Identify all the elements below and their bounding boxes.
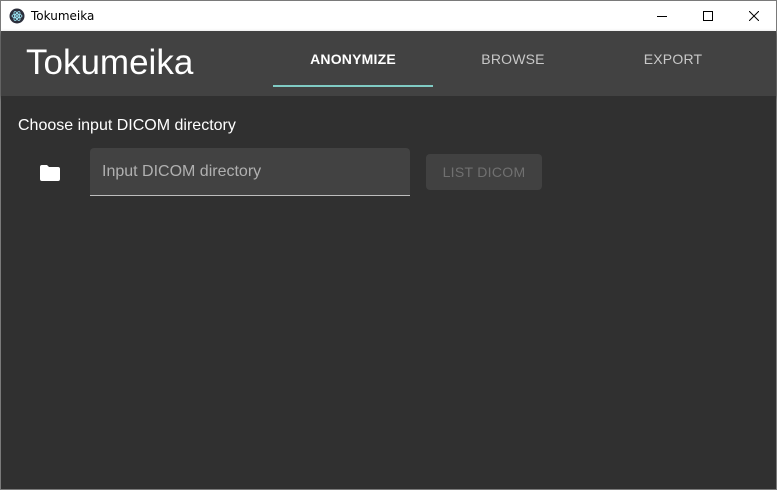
close-button[interactable] — [731, 1, 777, 31]
window-title: Tokumeika — [31, 9, 95, 23]
tab-browse[interactable]: BROWSE — [433, 31, 593, 87]
tab-anonymize[interactable]: ANONYMIZE — [273, 31, 433, 87]
tab-export[interactable]: EXPORT — [593, 31, 753, 87]
title-bar[interactable]: Tokumeika — [1, 1, 776, 31]
main-content: Choose input DICOM directory LIST DICOM — [1, 96, 776, 489]
minimize-icon — [657, 16, 667, 17]
close-icon — [749, 11, 759, 21]
directory-input-field[interactable] — [90, 148, 410, 196]
app-window: Tokumeika Tokumeika ANONYMIZE BROWSE EXP… — [0, 0, 777, 490]
maximize-button[interactable] — [685, 1, 731, 31]
app-icon — [9, 8, 25, 24]
browse-folder-button[interactable] — [31, 154, 69, 192]
app-brand: Tokumeika — [26, 43, 194, 82]
maximize-icon — [703, 11, 713, 21]
section-label: Choose input DICOM directory — [18, 117, 236, 134]
minimize-button[interactable] — [639, 1, 685, 31]
active-tab-indicator — [273, 85, 433, 87]
folder-icon — [40, 165, 60, 181]
directory-input[interactable] — [90, 148, 410, 195]
app-header: Tokumeika ANONYMIZE BROWSE EXPORT — [1, 31, 776, 96]
list-dicom-button[interactable]: LIST DICOM — [426, 154, 542, 190]
